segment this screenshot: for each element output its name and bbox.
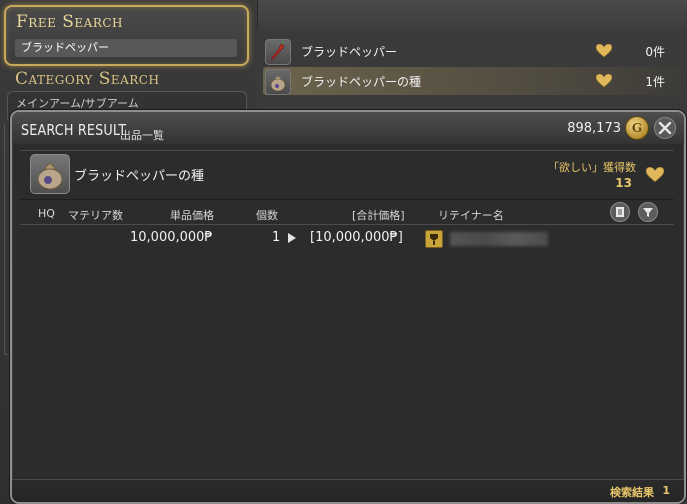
list-item-selected[interactable]: ブラッドペッパーの種 1件 [263,67,681,95]
result-count: 1 [662,484,670,497]
listing-count: 0件 [645,45,665,59]
column-hq[interactable]: HQ [38,207,55,220]
total-price-cell: [10,000,000₱] [310,230,403,245]
item-title: ブラッドペッパーの種 [74,169,205,184]
column-quantity[interactable]: 個数 [256,207,278,223]
gil-coin-icon: G [625,116,649,140]
result-count-label: 検索結果 [610,486,654,499]
wish-label: 「欲しい」獲得数 [548,161,636,174]
quantity-cell: 1 [272,230,281,245]
heart-icon[interactable] [596,44,612,58]
play-arrow-icon [288,233,296,243]
column-materia[interactable]: マテリア数 [68,207,123,223]
column-total[interactable]: [合計価格] [352,207,405,223]
column-retainer[interactable]: リテイナー名 [438,207,504,223]
seed-pouch-icon [265,69,291,95]
search-result-window: SEARCH RESULT 出品一覧 898,173 G ブラッドペッパーの種 … [10,110,686,504]
heart-icon[interactable] [646,167,664,183]
category-search-title[interactable]: Category Search [15,69,159,89]
retainer-name-blurred [450,232,548,246]
column-unit-price[interactable]: 単品価格 [170,207,214,223]
list-view-icon[interactable] [610,202,630,222]
category-item-main-arm[interactable]: メインアーム/サブアーム [16,95,139,111]
listing-count: 1件 [645,75,665,89]
free-search-panel[interactable]: Free Search ブラッドペッパー [4,5,249,66]
unit-price-cell: 10,000,000₱ [130,230,213,245]
table-row[interactable]: 10,000,000₱ 1 [10,000,000₱] [20,229,674,249]
heart-icon[interactable] [596,74,612,88]
wish-count: 13 [615,176,632,190]
item-name: ブラッドペッパー [301,45,398,59]
filter-icon[interactable] [638,202,658,222]
item-detail-header: ブラッドペッパーの種 「欲しい」獲得数 13 [20,150,674,200]
close-icon[interactable] [654,117,676,139]
gil-amount: 898,173 [567,121,621,136]
search-input[interactable]: ブラッドペッパー [15,39,237,57]
list-item[interactable]: ブラッドペッパー 0件 [263,37,681,65]
item-results-list: ブラッドペッパー 0件 ブラッドペッパーの種 1件 [257,0,687,120]
red-pepper-icon [265,39,291,65]
item-name: ブラッドペッパーの種 [301,75,422,89]
window-footer: 検索結果 1 [12,479,684,502]
seed-pouch-icon[interactable] [30,154,70,194]
window-titlebar[interactable]: SEARCH RESULT 出品一覧 898,173 G [12,112,684,144]
column-headers: HQ マテリア数 単品価格 個数 [合計価格] リテイナー名 [20,202,674,225]
window-subtitle: 出品一覧 [120,129,164,142]
list-header-bar [257,0,687,30]
free-search-title: Free Search [16,12,124,32]
window-title: SEARCH RESULT [21,121,127,139]
retainer-icon [425,230,443,248]
